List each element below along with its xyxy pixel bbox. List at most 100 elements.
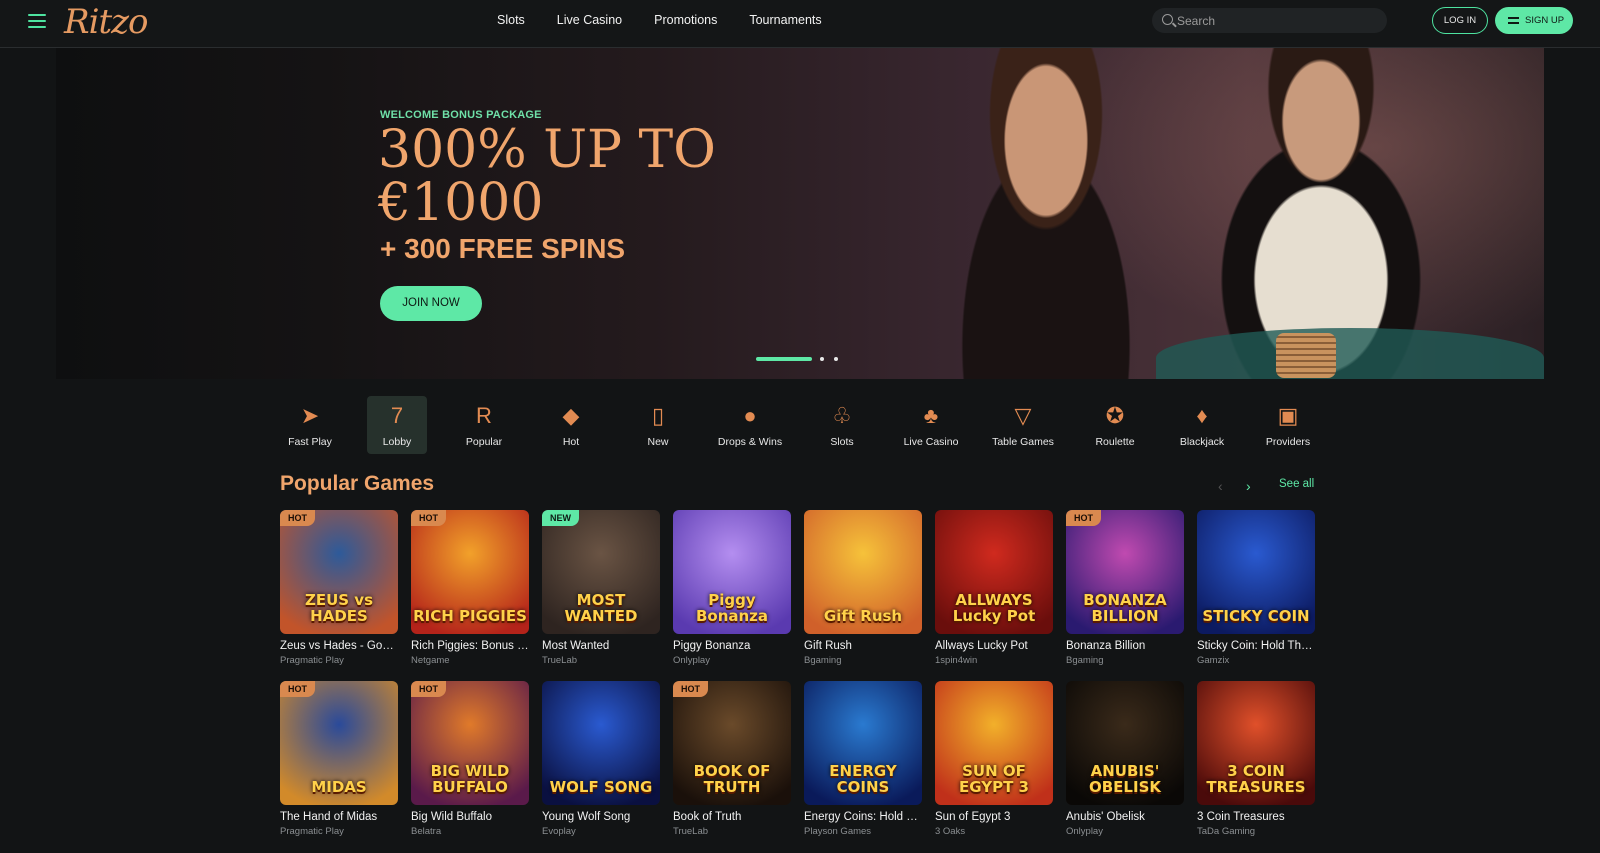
category-lobby[interactable]: 7 Lobby: [367, 396, 427, 454]
search-icon: [1162, 14, 1173, 25]
game-thumbnail[interactable]: WOLF SONG: [542, 681, 660, 805]
game-artwork-title: Gift Rush: [823, 607, 903, 625]
game-card[interactable]: ENERGY COINS Energy Coins: Hold and Win Pl…: [804, 681, 922, 837]
game-title[interactable]: Bonanza Billion: [1066, 640, 1184, 652]
game-provider: TrueLab: [542, 655, 578, 666]
hero-table-illustration: [1156, 328, 1544, 379]
game-title[interactable]: Rich Piggies: Bonus Combo: [411, 640, 529, 652]
see-all-link[interactable]: See all: [1279, 478, 1314, 490]
game-title[interactable]: Anubis' Obelisk: [1066, 811, 1184, 823]
game-title[interactable]: The Hand of Midas: [280, 811, 398, 823]
game-title[interactable]: Big Wild Buffalo: [411, 811, 529, 823]
logo[interactable]: Ritzo: [64, 2, 149, 42]
game-thumbnail[interactable]: Gift Rush: [804, 510, 922, 634]
game-thumbnail[interactable]: 3 COIN TREASURES: [1197, 681, 1315, 805]
game-title[interactable]: 3 Coin Treasures: [1197, 811, 1315, 823]
game-card[interactable]: Piggy Bonanza Piggy Bonanza Onlyplay: [673, 510, 791, 666]
game-provider: Onlyplay: [673, 655, 710, 666]
signup-button[interactable]: SIGN UP: [1495, 7, 1573, 34]
game-title[interactable]: Most Wanted: [542, 640, 660, 652]
signup-icon: [1508, 17, 1519, 24]
category-table-games[interactable]: ▽ Table Games: [992, 396, 1054, 454]
category-slots[interactable]: ♧ Slots: [812, 396, 872, 454]
game-thumbnail[interactable]: BIG WILD BUFFALO HOT: [411, 681, 529, 805]
category-hot[interactable]: ◆ Hot: [541, 396, 601, 454]
game-card[interactable]: BIG WILD BUFFALO HOT Big Wild Buffalo Belat…: [411, 681, 529, 837]
game-artwork-title: ZEUS vs HADES: [304, 591, 374, 625]
game-card[interactable]: MIDAS HOT The Hand of Midas Pragmatic Play: [280, 681, 398, 837]
category-providers[interactable]: ▣ Providers: [1258, 396, 1318, 454]
carousel-dot[interactable]: [834, 357, 838, 361]
game-artwork-title: BOOK OF TRUTH: [693, 762, 771, 796]
category-blackjack[interactable]: ♦ Blackjack: [1172, 396, 1232, 454]
game-artwork-title: 3 COIN TREASURES: [1206, 762, 1306, 796]
game-title[interactable]: Piggy Bonanza: [673, 640, 791, 652]
game-artwork-title: BONANZA BILLION: [1083, 591, 1167, 625]
game-title[interactable]: Book of Truth: [673, 811, 791, 823]
game-card[interactable]: ALLWAYS Lucky Pot Allways Lucky Pot 1spin4…: [935, 510, 1053, 666]
game-card[interactable]: ANUBIS' OBELISK Anubis' Obelisk Onlyplay: [1066, 681, 1184, 837]
category-fast-play[interactable]: ➤ Fast Play: [280, 396, 340, 454]
game-artwork-title: MIDAS: [311, 778, 367, 796]
game-thumbnail[interactable]: BOOK OF TRUTH HOT: [673, 681, 791, 805]
category-new[interactable]: ▯ New: [628, 396, 688, 454]
nav-tournaments[interactable]: Tournaments: [749, 0, 821, 48]
game-thumbnail[interactable]: BONANZA BILLION HOT: [1066, 510, 1184, 634]
game-card[interactable]: SUN OF EGYPT 3 Sun of Egypt 3 3 Oaks: [935, 681, 1053, 837]
join-now-button[interactable]: JOIN NOW: [380, 286, 482, 321]
category-drops-wins[interactable]: ● Drops & Wins: [718, 396, 782, 454]
game-artwork-title: RICH PIGGIES: [413, 607, 527, 625]
game-title[interactable]: Sun of Egypt 3: [935, 811, 1053, 823]
menu-icon[interactable]: [28, 14, 46, 30]
game-thumbnail[interactable]: STICKY COIN: [1197, 510, 1315, 634]
game-title[interactable]: Sticky Coin: Hold The Spin: [1197, 640, 1315, 652]
game-card[interactable]: ZEUS vs HADES HOT Zeus vs Hades - Gods of …: [280, 510, 398, 666]
game-card[interactable]: WOLF SONG Young Wolf Song Evoplay: [542, 681, 660, 837]
signup-label: SIGN UP: [1525, 15, 1565, 26]
game-thumbnail[interactable]: ANUBIS' OBELISK: [1066, 681, 1184, 805]
nav-promotions[interactable]: Promotions: [654, 0, 717, 48]
game-title[interactable]: Energy Coins: Hold and Win: [804, 811, 922, 823]
game-artwork-title: MOST WANTED: [564, 591, 638, 625]
game-provider: TrueLab: [673, 826, 709, 837]
hot-badge: HOT: [280, 681, 315, 697]
game-title[interactable]: Allways Lucky Pot: [935, 640, 1053, 652]
category-label: Roulette: [1095, 436, 1135, 448]
top-header: Ritzo Slots Live Casino Promotions Tourn…: [0, 0, 1600, 48]
category-label: New: [647, 436, 669, 448]
game-thumbnail[interactable]: SUN OF EGYPT 3: [935, 681, 1053, 805]
carousel-dot[interactable]: [820, 357, 824, 361]
game-thumbnail[interactable]: ZEUS vs HADES HOT: [280, 510, 398, 634]
clubs-icon: ♣: [923, 403, 939, 428]
carousel-dot-active[interactable]: [756, 357, 812, 361]
game-card[interactable]: MOST WANTED NEW Most Wanted TrueLab: [542, 510, 660, 666]
game-thumbnail[interactable]: ENERGY COINS: [804, 681, 922, 805]
game-title[interactable]: Gift Rush: [804, 640, 922, 652]
game-provider: Belatra: [411, 826, 442, 837]
game-thumbnail[interactable]: MIDAS HOT: [280, 681, 398, 805]
game-card[interactable]: RICH PIGGIES HOT Rich Piggies: Bonus Combo…: [411, 510, 529, 666]
search-input[interactable]: [1177, 8, 1377, 33]
game-thumbnail[interactable]: RICH PIGGIES HOT: [411, 510, 529, 634]
game-thumbnail[interactable]: ALLWAYS Lucky Pot: [935, 510, 1053, 634]
game-thumbnail[interactable]: Piggy Bonanza: [673, 510, 791, 634]
category-popular[interactable]: R Popular: [454, 396, 514, 454]
prev-arrow-icon[interactable]: ‹: [1218, 478, 1223, 494]
next-arrow-icon[interactable]: ›: [1246, 478, 1251, 494]
category-live-casino[interactable]: ♣ Live Casino: [901, 396, 961, 454]
game-card[interactable]: Gift Rush Gift Rush Bgaming: [804, 510, 922, 666]
game-card[interactable]: STICKY COIN Sticky Coin: Hold The Spin Gam…: [1197, 510, 1315, 666]
game-thumbnail[interactable]: MOST WANTED NEW: [542, 510, 660, 634]
category-roulette[interactable]: ✪ Roulette: [1085, 396, 1145, 454]
hot-badge: HOT: [673, 681, 708, 697]
game-title[interactable]: Zeus vs Hades - Gods of War: [280, 640, 398, 652]
game-card[interactable]: BONANZA BILLION HOT Bonanza Billion Bgaming: [1066, 510, 1184, 666]
nav-live-casino[interactable]: Live Casino: [557, 0, 622, 48]
game-card[interactable]: BOOK OF TRUTH HOT Book of Truth TrueLab: [673, 681, 791, 837]
game-card[interactable]: 3 COIN TREASURES 3 Coin Treasures TaDa Gam…: [1197, 681, 1315, 837]
nav-slots[interactable]: Slots: [497, 0, 525, 48]
game-title[interactable]: Young Wolf Song: [542, 811, 660, 823]
login-button[interactable]: LOG IN: [1432, 7, 1488, 34]
category-label: Blackjack: [1179, 436, 1225, 448]
hero-chips-illustration: [1276, 333, 1336, 378]
